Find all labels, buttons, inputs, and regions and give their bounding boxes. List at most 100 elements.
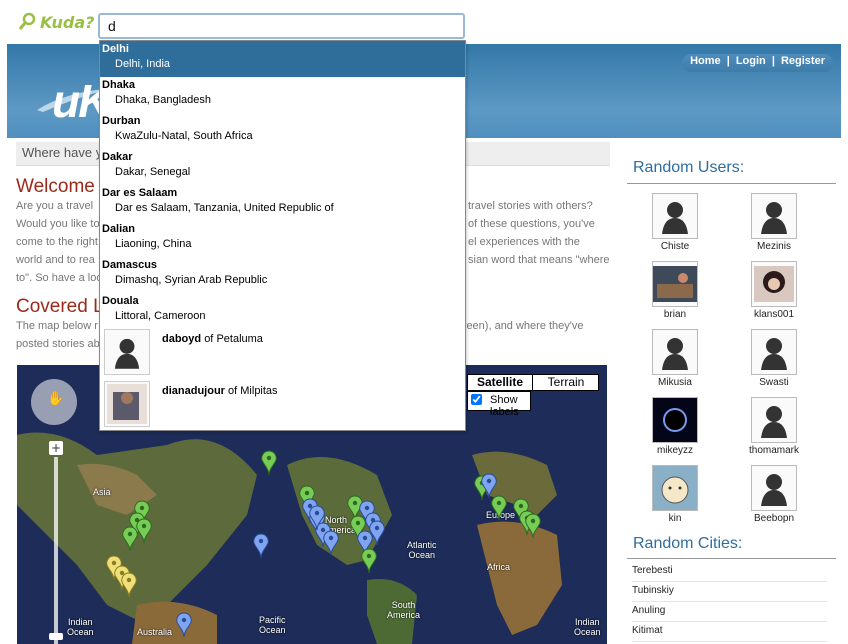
suggestion-user-name: dianadujour [162, 385, 225, 397]
top-bar: Kuda? [0, 0, 848, 44]
avatar[interactable] [652, 465, 698, 511]
user-name[interactable]: Mikusia [645, 377, 705, 388]
nav-separator: | [771, 55, 775, 67]
user-silhouette-icon [761, 406, 787, 438]
covered-text-right: (green), and where they've [453, 320, 584, 332]
city-link[interactable]: Tubinskiy [632, 582, 827, 602]
suggestion-user-of: of [204, 333, 214, 345]
map-type-control: Satellite Terrain [467, 374, 599, 391]
suggestion-user-place: Milpitas [240, 385, 278, 397]
user-name[interactable]: Mezinis [744, 241, 804, 252]
user-card[interactable]: thomamark [744, 397, 804, 456]
welcome-heading: Welcome t [16, 176, 106, 197]
user-card[interactable]: kin [645, 465, 705, 524]
brand[interactable]: Kuda? [18, 12, 95, 32]
avatar[interactable] [751, 193, 797, 239]
user-card[interactable]: mikeyzz [645, 397, 705, 456]
avatar[interactable] [652, 261, 698, 307]
map-pin[interactable] [261, 450, 277, 476]
suggestion-user-of: of [228, 385, 238, 397]
user-silhouette-icon [761, 338, 787, 370]
map-pin[interactable] [136, 518, 152, 544]
terrain-button[interactable]: Terrain [534, 375, 598, 390]
user-silhouette-icon [662, 202, 688, 234]
nav-login-link[interactable]: Login [736, 55, 766, 67]
suggestion-item[interactable]: Durban KwaZulu-Natal, South Africa [100, 113, 465, 149]
avatar[interactable] [751, 397, 797, 443]
user-name[interactable]: Beebopn [744, 513, 804, 524]
show-labels-control: Show labels [467, 391, 531, 418]
avatar[interactable] [751, 261, 797, 307]
user-name[interactable]: thomamark [744, 445, 804, 456]
map-pin[interactable] [525, 513, 541, 539]
map-pin[interactable] [121, 572, 137, 598]
user-silhouette-icon [761, 474, 787, 506]
suggestion-item[interactable]: Dalian Liaoning, China [100, 221, 465, 257]
user-name[interactable]: klans001 [744, 309, 804, 320]
user-name[interactable]: Swasti [744, 377, 804, 388]
nav-home-link[interactable]: Home [690, 55, 721, 67]
brand-name: Kuda? [40, 13, 95, 32]
show-labels-label: Show labels [490, 394, 519, 418]
avatar[interactable] [751, 329, 797, 375]
suggestion-item[interactable]: Dar es Salaam Dar es Salaam, Tanzania, Un… [100, 185, 465, 221]
divider [627, 558, 836, 559]
random-users-heading: Random Users: [633, 159, 745, 176]
map-pin[interactable] [323, 530, 339, 556]
avatar[interactable] [751, 465, 797, 511]
suggestion-item[interactable]: Dhaka Dhaka, Bangladesh [100, 77, 465, 113]
magnifier-icon [18, 12, 36, 30]
user-card[interactable]: klans001 [744, 261, 804, 320]
map-pin[interactable] [176, 612, 192, 638]
search-input[interactable] [98, 13, 465, 39]
user-silhouette-icon [662, 338, 688, 370]
cartoon-face-icon [653, 466, 697, 510]
avatar [104, 329, 150, 375]
covered-text-left: The map below r posted stories ab [16, 320, 100, 350]
user-photo-icon [653, 266, 697, 302]
user-card[interactable]: brian [645, 261, 705, 320]
random-cities-heading: Random Cities: [633, 535, 743, 552]
avatar[interactable] [652, 397, 698, 443]
user-name[interactable]: brian [645, 309, 705, 320]
user-photo-icon [754, 266, 794, 302]
map-pin[interactable] [122, 526, 138, 552]
suggestion-user[interactable]: daboyd of Petaluma [104, 329, 464, 377]
nav-bar: Home | Login | Register [682, 54, 833, 72]
user-silhouette-icon [114, 338, 140, 369]
eclipse-icon [653, 398, 697, 442]
user-card[interactable]: Mezinis [744, 193, 804, 252]
user-silhouette-icon [761, 202, 787, 234]
suggestion-item[interactable]: Douala Littoral, Cameroon [100, 293, 465, 329]
suggestion-item[interactable]: Dakar Dakar, Senegal [100, 149, 465, 185]
avatar[interactable] [652, 193, 698, 239]
satellite-button[interactable]: Satellite [468, 375, 533, 390]
suggestion-user[interactable]: dianadujour of Milpitas [104, 381, 464, 429]
user-card[interactable]: Chiste [645, 193, 705, 252]
welcome-text-left: Are you a travel Would you like to come t… [16, 200, 103, 284]
map-pin[interactable] [369, 520, 385, 546]
suggestion-item[interactable]: Delhi Delhi, India [100, 41, 465, 77]
map-pin[interactable] [491, 495, 507, 521]
user-name[interactable]: mikeyzz [645, 445, 705, 456]
city-link[interactable]: Anuling [632, 602, 827, 622]
show-labels-checkbox[interactable] [471, 394, 482, 405]
user-card[interactable]: Mikusia [645, 329, 705, 388]
divider [627, 183, 836, 184]
map-pin[interactable] [361, 548, 377, 574]
user-name[interactable]: Chiste [645, 241, 705, 252]
user-card[interactable]: Swasti [744, 329, 804, 388]
map-pin[interactable] [253, 533, 269, 559]
user-card[interactable]: Beebopn [744, 465, 804, 524]
welcome-text-right: travel stories with others? of these ques… [468, 200, 610, 266]
suggestion-user-name: daboyd [162, 333, 202, 345]
user-photo-icon [107, 384, 147, 424]
suggestion-user-place: Petaluma [216, 333, 263, 345]
suggestion-item[interactable]: Damascus Dimashq, Syrian Arab Republic [100, 257, 465, 293]
nav-register-link[interactable]: Register [781, 55, 825, 67]
avatar[interactable] [652, 329, 698, 375]
city-link[interactable]: Kitimat [632, 622, 827, 642]
city-link[interactable]: Terebesti [632, 562, 827, 582]
autocomplete-dropdown: Delhi Delhi, India Dhaka Dhaka, Bangladesh… [99, 40, 466, 431]
user-name[interactable]: kin [645, 513, 705, 524]
